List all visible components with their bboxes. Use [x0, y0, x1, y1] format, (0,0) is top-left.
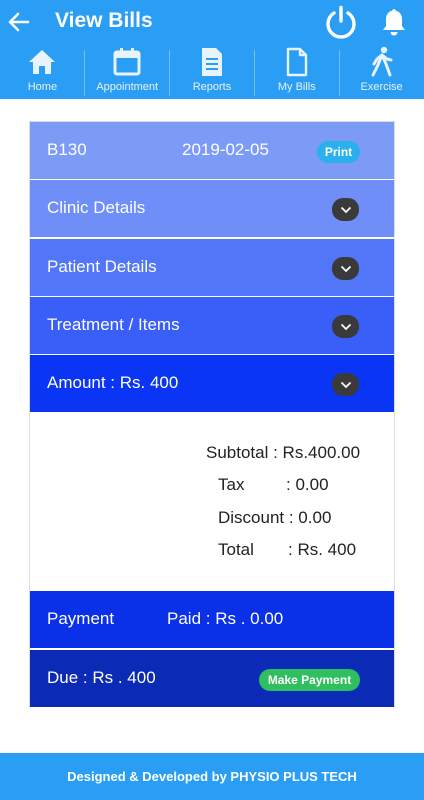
nav-label-exercise: Exercise [360, 81, 403, 93]
tax-label: Tax [218, 475, 245, 494]
nav-divider [169, 50, 170, 96]
nav-item-exercise[interactable]: Exercise [339, 46, 424, 99]
nav-item-reports[interactable]: Reports [170, 46, 255, 99]
make-payment-button[interactable]: Make Payment [259, 669, 360, 691]
due-row: Due : Rs . 400 Make Payment [30, 650, 394, 707]
bell-icon [383, 9, 405, 36]
nav-divider [84, 50, 85, 96]
nav-label-my-bills: My Bills [277, 81, 316, 93]
bill-header-row: B130 2019-02-05 Print [30, 122, 394, 179]
nav-divider [254, 50, 255, 96]
amount-label: Amount : Rs. 400 [47, 373, 179, 392]
nav-divider [339, 50, 340, 96]
paid-amount: Paid : Rs . 0.00 [167, 609, 284, 628]
bill-id: B130 [47, 140, 87, 159]
nav-bar: Home Appointment Reports My Bills Exerci… [0, 46, 424, 99]
home-icon [29, 50, 56, 74]
total-value: : Rs. 400 [288, 540, 357, 559]
chevron-down-icon [340, 381, 351, 388]
walking-icon [371, 46, 393, 77]
expand-amount-button[interactable] [332, 373, 359, 396]
notification-button[interactable] [378, 6, 410, 38]
nav-label-home: Home [27, 81, 58, 93]
payment-row: Payment Paid : Rs . 0.00 [30, 591, 394, 648]
payment-label: Payment [47, 609, 115, 628]
chevron-down-icon [340, 265, 351, 272]
total-label: Total [218, 540, 254, 559]
amount-summary: Subtotal : Rs.400.00 Tax : 0.00 Discount… [30, 413, 394, 590]
expand-patient-button[interactable] [332, 257, 359, 280]
clinic-details-label: Clinic Details [47, 198, 146, 217]
amount-row[interactable]: Amount : Rs. 400 [30, 355, 394, 412]
clinic-details-row[interactable]: Clinic Details [30, 180, 394, 237]
expand-clinic-button[interactable] [332, 198, 359, 221]
calendar-icon [113, 48, 141, 76]
top-bar: View Bills [0, 0, 424, 46]
patient-details-label: Patient Details [47, 257, 157, 276]
nav-item-home[interactable]: Home [0, 46, 85, 99]
nav-label-appointment: Appointment [96, 81, 159, 93]
bill-card: B130 2019-02-05 Print Clinic Details Pat… [29, 121, 395, 707]
report-icon [201, 48, 222, 76]
chevron-down-icon [340, 323, 351, 330]
tax-value: : 0.00 [286, 475, 329, 494]
app-header: View Bills Home Appointment Reports My B… [0, 0, 424, 99]
page-title: View Bills [55, 9, 153, 32]
power-icon [326, 5, 356, 39]
arrow-left-icon [8, 12, 30, 32]
print-button[interactable]: Print [317, 141, 360, 163]
due-amount: Due : Rs . 400 [47, 668, 156, 687]
footer-credit: Designed & Developed by PHYSIO PLUS TECH [0, 753, 424, 800]
expand-treatment-button[interactable] [332, 315, 359, 338]
treatment-items-label: Treatment / Items [47, 315, 180, 334]
nav-label-reports: Reports [192, 81, 232, 93]
power-button[interactable] [323, 4, 359, 40]
discount-text: Discount : 0.00 [218, 508, 332, 527]
treatment-items-row[interactable]: Treatment / Items [30, 297, 394, 354]
document-icon [286, 47, 307, 77]
chevron-down-icon [340, 206, 351, 213]
nav-item-my-bills[interactable]: My Bills [254, 46, 339, 99]
patient-details-row[interactable]: Patient Details [30, 239, 394, 296]
bill-date: 2019-02-05 [182, 140, 269, 159]
back-button[interactable] [6, 8, 32, 36]
subtotal-text: Subtotal : Rs.400.00 [206, 443, 361, 462]
nav-item-appointment[interactable]: Appointment [85, 46, 170, 99]
